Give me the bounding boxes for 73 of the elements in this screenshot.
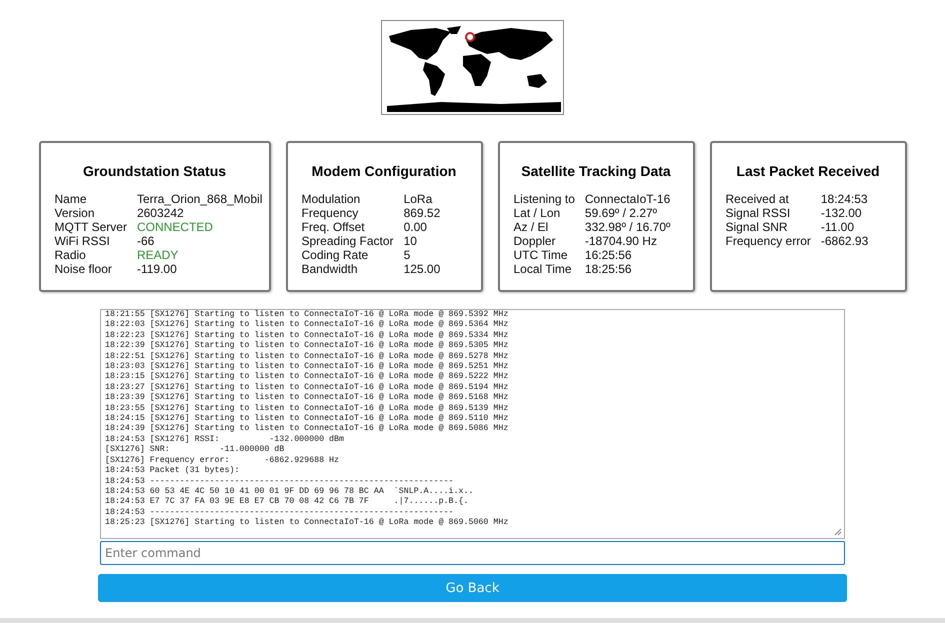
field-label: Frequency [302,206,360,220]
field-value: Terra_Orion_868_Mobil [136,192,262,206]
log-line: 18:24:53 [SX1276] RSSI: -132.000000 dBm [105,434,345,445]
field-label: Coding Rate [302,248,370,262]
field-label: UTC Time [514,248,568,262]
field-value: -119.00 [136,262,178,276]
field-value: CONNECTED [136,220,214,234]
field-value: READY [136,248,180,262]
go-back-button[interactable]: Go Back [98,574,847,602]
field-value: -6862.93 [820,234,870,248]
field-label: MQTT Server [54,220,127,234]
field-label: Received at [726,192,790,206]
field-value: -66 [136,234,156,248]
field-value: -11.00 [820,220,856,234]
field-label: Modulation [302,192,362,206]
field-label: WiFi RSSI [54,234,111,248]
log-line: 18:24:53 E7 7C 37 FA 03 9E E8 E7 CB 70 08 42 C6 7B 7F .|7......p.B.{. [105,497,470,508]
field-label: Local Time [514,262,573,276]
field-label: Bandwidth [302,262,359,276]
field-label: Version [54,206,96,220]
log-line: 18:24:39 [SX1276] Starting to listen to ConnectaIoT-16 @ LoRa mode @ 869.5086 MHz [105,424,510,435]
field-value: LoRa [404,192,434,206]
card-title: Satellite Tracking Data [520,163,672,179]
field-label: Az / El [514,220,550,234]
field-label: Radio [54,248,87,262]
log-line: 18:24:53 ------------------------------------------------------------- [105,476,455,487]
field-value: 125.00 [404,262,442,276]
field-value: 59.69º / 2.27º [584,206,658,220]
field-value: 16:25:56 [584,248,633,262]
card-title: Last Packet Received [735,163,881,179]
field-label: Listening to [514,192,575,206]
log-line: 18:22:51 [SX1276] Starting to listen to ConnectaIoT-16 @ LoRa mode @ 869.5278 MHz [105,352,510,362]
log-line: 18:21:55 [SX1276] Starting to listen to ConnectaIoT-16 @ LoRa mode @ 869.5392 MHz [105,310,510,320]
field-value: 10 [404,234,418,248]
log-line: 18:24:53 Packet (31 bytes): [105,466,240,476]
field-value: -18704.90 Hz [584,234,658,248]
log-line: 18:23:55 [SX1276] Starting to listen to ConnectaIoT-16 @ LoRa mode @ 869.5139 MHz [105,404,510,414]
field-value: 0.00 [404,220,428,234]
log-line: 18:24:15 [SX1276] Starting to listen to ConnectaIoT-16 @ LoRa mode @ 869.5110 MHz [105,414,510,424]
log-line: [SX1276] Frequency error: -6862.929688 Hz [105,456,340,466]
field-label: Signal SNR [726,220,789,234]
command-input-field[interactable]: Enter command [100,541,845,565]
log-line: 18:23:27 [SX1276] Starting to listen to ConnectaIoT-16 @ LoRa mode @ 869.5194 MHz [105,382,510,393]
field-label: Name [54,192,88,206]
field-value: 5 [404,248,412,262]
field-value: 2603242 [136,206,185,220]
log-line: 18:24:53 ------------------------------------------------------------- [105,508,455,518]
field-label: Freq. Offset [302,220,366,234]
log-line: 18:23:03 [SX1276] Starting to listen to ConnectaIoT-16 @ LoRa mode @ 869.5251 MHz [105,362,510,372]
field-label: Spreading Factor [302,234,394,248]
field-value: ConnectaIoT-16 [584,192,672,206]
card-title: Modem Configuration [310,163,458,179]
log-line: 18:22:39 [SX1276] Starting to listen to ConnectaIoT-16 @ LoRa mode @ 869.5305 MHz [105,341,510,352]
field-label: Noise floor [54,262,113,276]
card-title: Groundstation Status [82,163,228,179]
field-value: 18:24:53 [820,192,869,206]
field-label: Lat / Lon [514,206,562,220]
log-line: [SX1276] SNR: -11.000000 dB [105,445,286,456]
field-label: Doppler [514,234,557,248]
log-line: 18:23:15 [SX1276] Starting to listen to ConnectaIoT-16 @ LoRa mode @ 869.5222 MHz [105,372,510,383]
field-value: -132.00 [820,206,863,220]
field-value: 332.98º / 16.70º [584,220,672,234]
field-value: 18:25:56 [584,262,633,276]
resize-grip-icon[interactable] [834,528,842,536]
log-line: 18:22:23 [SX1276] Starting to listen to ConnectaIoT-16 @ LoRa mode @ 869.5334 MHz [105,330,510,341]
field-value: 869.52 [404,206,442,220]
log-line: 18:22:03 [SX1276] Starting to listen to ConnectaIoT-16 @ LoRa mode @ 869.5364 MHz [105,320,510,331]
log-line: 18:24:53 60 53 4E 4C 50 10 41 00 01 9F DD 69 96 78 BC AA `SNLP.A....i.x.. [105,486,474,497]
field-label: Frequency error [726,234,811,248]
log-line: 18:23:39 [SX1276] Starting to listen to ConnectaIoT-16 @ LoRa mode @ 869.5168 MHz [105,393,510,404]
log-line: 18:25:23 [SX1276] Starting to listen to ConnectaIoT-16 @ LoRa mode @ 869.5060 MHz [105,518,510,529]
field-label: Signal RSSI [726,206,792,220]
location-marker-icon [465,32,475,42]
